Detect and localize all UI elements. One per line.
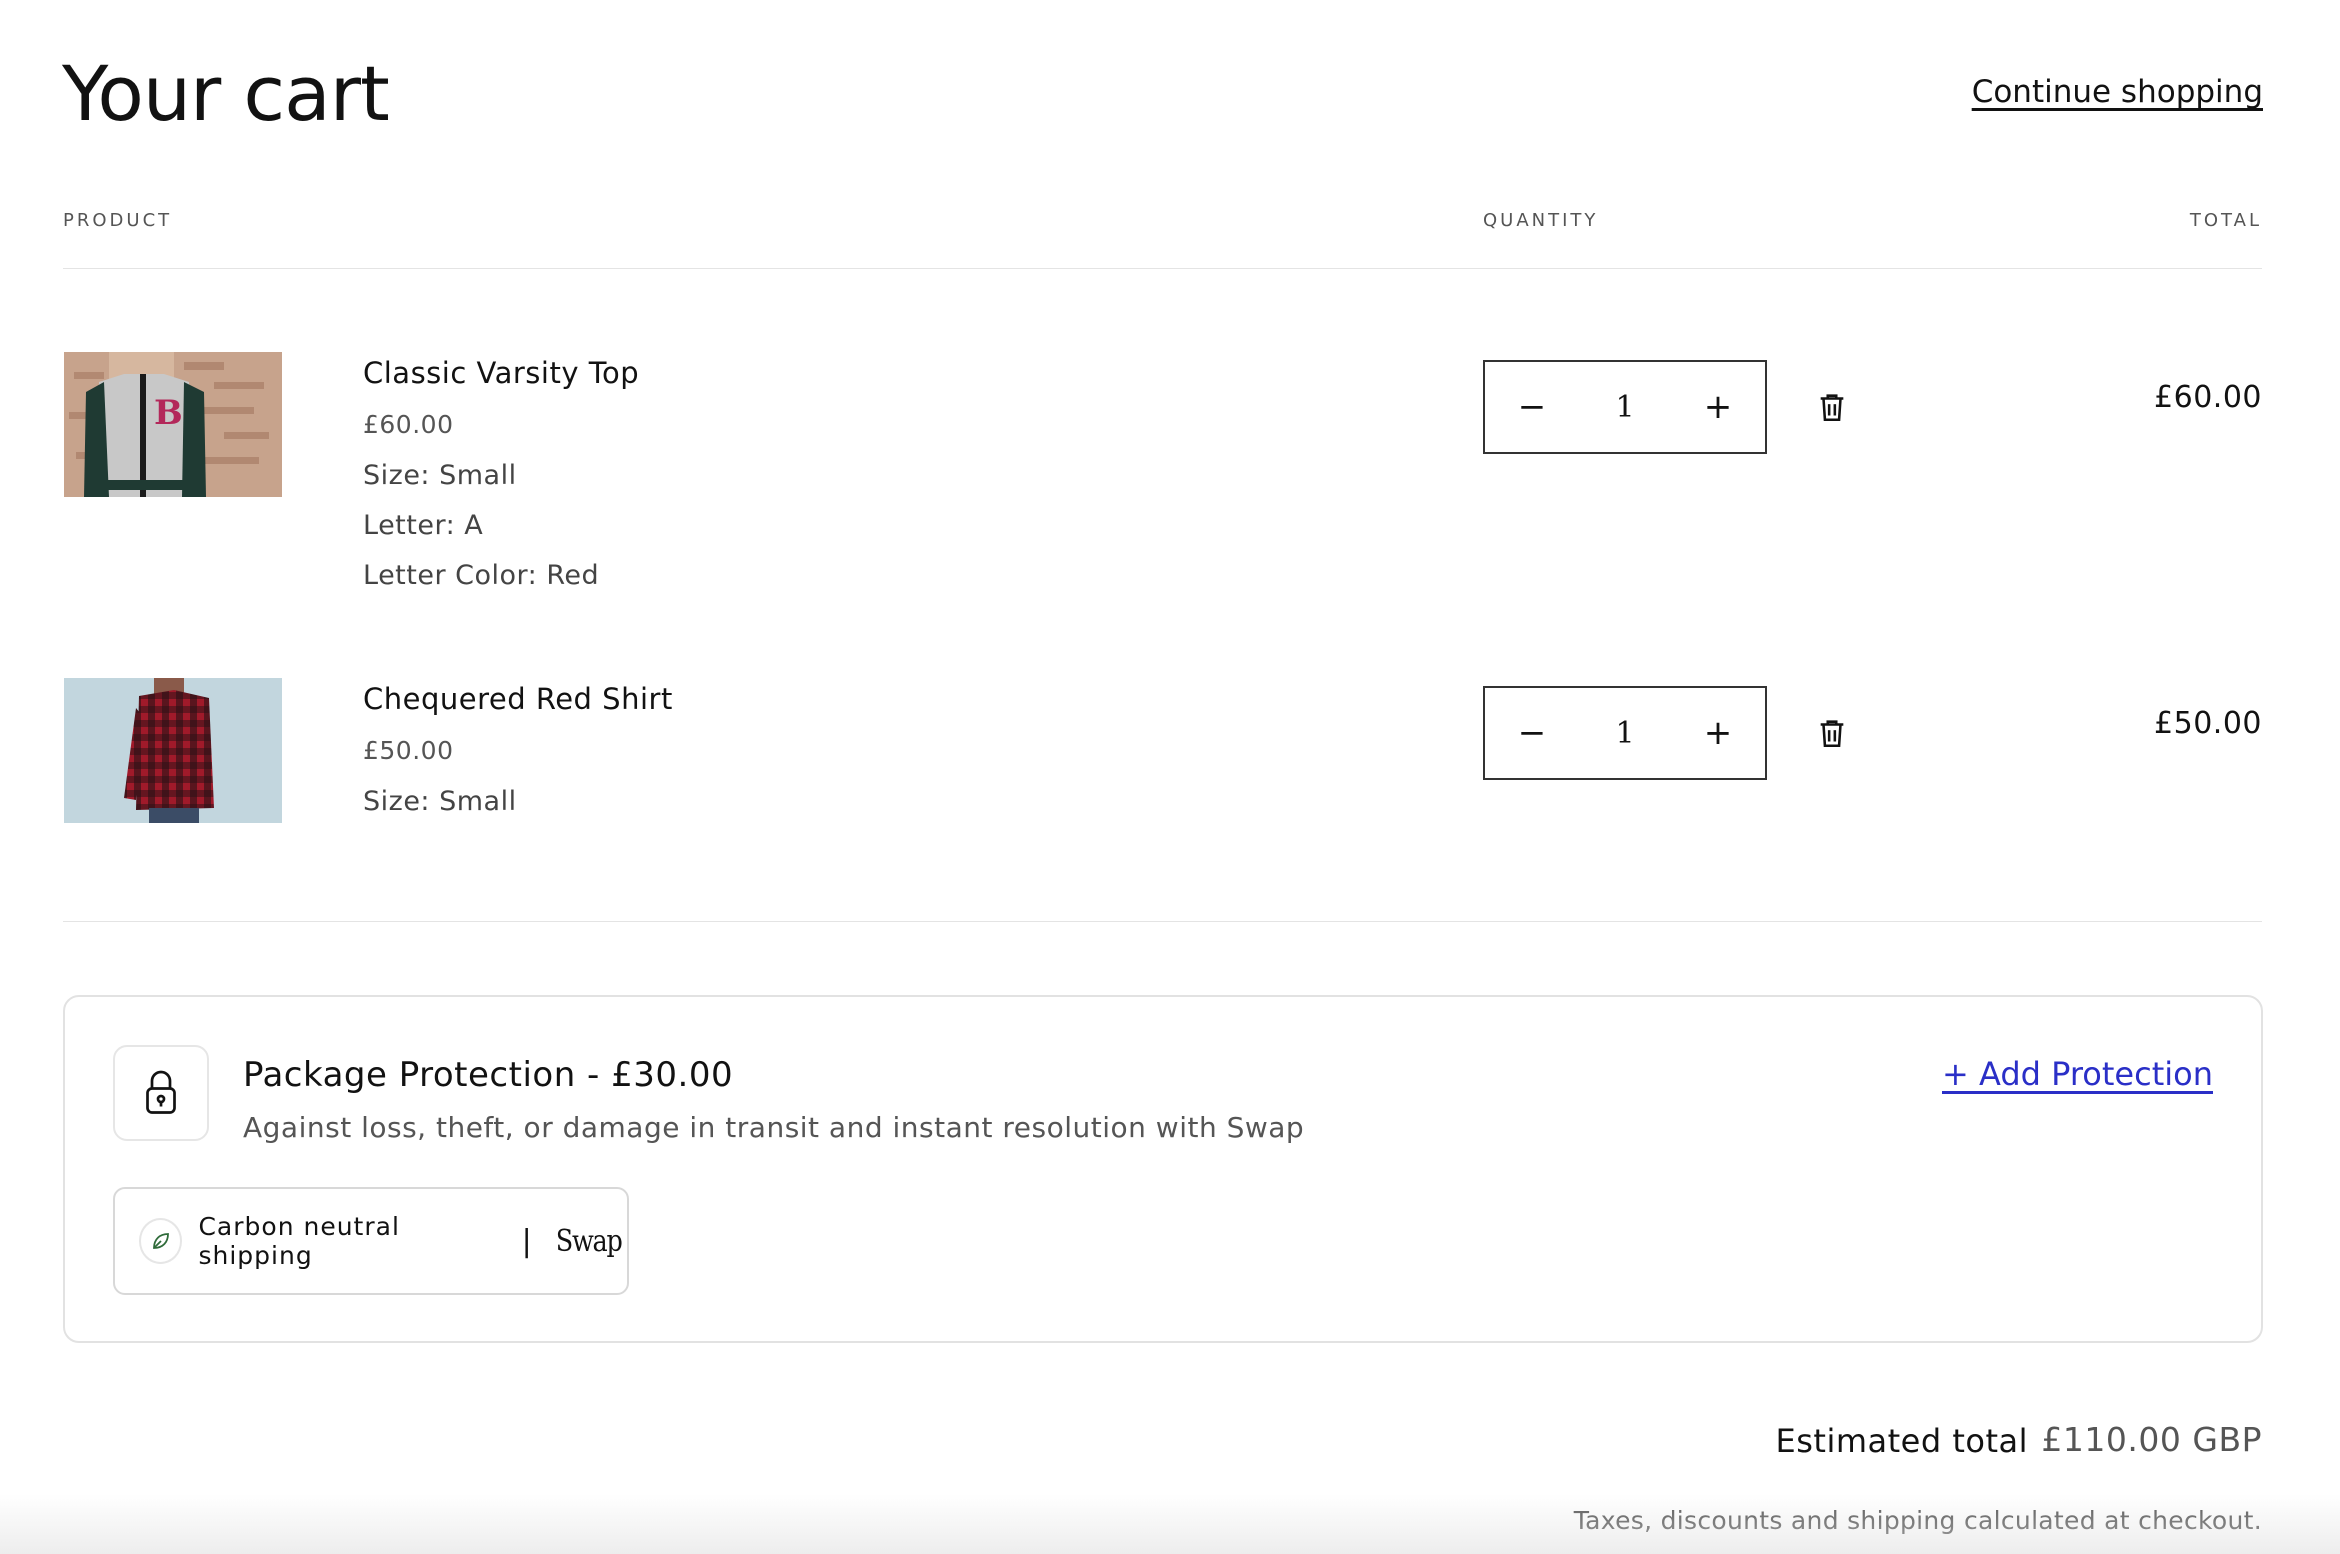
carbon-neutral-label: Carbon neutral shipping bbox=[198, 1212, 400, 1270]
protection-description: Against loss, theft, or damage in transi… bbox=[243, 1111, 1305, 1144]
line-total: £50.00 bbox=[2154, 706, 2262, 741]
quantity-stepper: − 1 + bbox=[1483, 360, 1767, 454]
page-title: Your cart bbox=[62, 49, 390, 138]
product-image-red-shirt[interactable] bbox=[64, 678, 282, 823]
increase-quantity-button[interactable]: + bbox=[1671, 688, 1765, 778]
continue-shopping-link[interactable]: Continue shopping bbox=[1972, 74, 2263, 110]
increase-quantity-button[interactable]: + bbox=[1671, 362, 1765, 452]
product-price: £50.00 bbox=[363, 736, 454, 765]
lock-icon bbox=[113, 1045, 209, 1141]
product-option-size: Size: Small bbox=[363, 460, 517, 491]
cart-item: B Classic Varsity Top £60.00 Size: Small… bbox=[0, 352, 2340, 592]
product-option-size: Size: Small bbox=[363, 786, 517, 817]
cart-item: Chequered Red Shirt £50.00 Size: Small −… bbox=[0, 678, 2340, 918]
column-header-total: TOTAL bbox=[2189, 210, 2262, 231]
product-option-letter-color: Letter Color: Red bbox=[363, 560, 600, 591]
svg-text:B: B bbox=[154, 393, 183, 433]
header-divider bbox=[63, 268, 2262, 269]
column-header-product: PRODUCT bbox=[63, 210, 173, 231]
product-option-letter: Letter: A bbox=[363, 510, 484, 541]
estimated-total-label: Estimated total bbox=[1775, 1422, 2028, 1460]
carbon-neutral-badge: Carbon neutral shipping | Swap bbox=[113, 1187, 629, 1295]
trash-icon[interactable] bbox=[1815, 716, 1849, 750]
badge-separator: | bbox=[521, 1223, 532, 1259]
checkout-note: Taxes, discounts and shipping calculated… bbox=[1573, 1506, 2262, 1535]
add-protection-button[interactable]: + Add Protection bbox=[1942, 1055, 2213, 1093]
product-price: £60.00 bbox=[363, 410, 454, 439]
decrease-quantity-button[interactable]: − bbox=[1485, 688, 1579, 778]
quantity-input[interactable]: 1 bbox=[1579, 716, 1671, 751]
swap-logo: Swap bbox=[555, 1223, 622, 1259]
quantity-input[interactable]: 1 bbox=[1579, 390, 1671, 425]
trash-icon[interactable] bbox=[1815, 390, 1849, 424]
product-name[interactable]: Classic Varsity Top bbox=[363, 356, 639, 390]
protection-title: Package Protection - £30.00 bbox=[243, 1055, 734, 1095]
estimated-total-value: £110.00 GBP bbox=[2041, 1420, 2262, 1459]
items-divider bbox=[63, 921, 2262, 922]
quantity-stepper: − 1 + bbox=[1483, 686, 1767, 780]
line-total: £60.00 bbox=[2154, 380, 2262, 415]
product-image-varsity-top[interactable]: B bbox=[64, 352, 282, 497]
decrease-quantity-button[interactable]: − bbox=[1485, 362, 1579, 452]
package-protection-card: Package Protection - £30.00 Against loss… bbox=[63, 995, 2263, 1343]
cart-page: Your cart Continue shopping PRODUCT QUAN… bbox=[0, 0, 2340, 1554]
column-header-quantity: QUANTITY bbox=[1483, 210, 1599, 231]
product-name[interactable]: Chequered Red Shirt bbox=[363, 682, 673, 716]
leaf-icon bbox=[139, 1218, 183, 1264]
